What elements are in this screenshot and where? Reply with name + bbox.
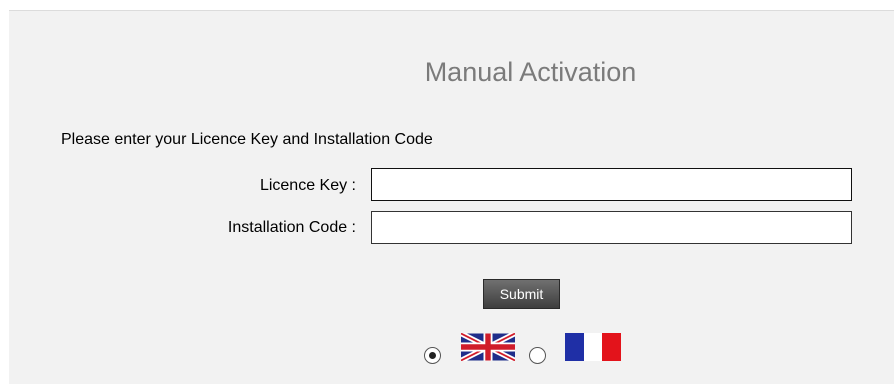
language-radio-french[interactable] xyxy=(529,347,546,364)
installation-code-label: Installation Code : xyxy=(227,219,356,236)
top-strip xyxy=(0,0,894,10)
flag-white-band xyxy=(583,333,603,361)
licence-key-label: Licence Key : xyxy=(259,177,356,194)
submit-button[interactable]: Submit xyxy=(483,279,560,309)
france-flag-icon[interactable] xyxy=(565,333,622,361)
licence-key-input[interactable] xyxy=(371,168,852,201)
uk-flag-icon[interactable] xyxy=(461,333,515,361)
page-title: Manual Activation xyxy=(424,57,637,87)
language-radio-english[interactable] xyxy=(424,347,441,364)
instruction-text: Please enter your Licence Key and Instal… xyxy=(61,131,433,148)
activation-panel: Manual Activation Please enter your Lice… xyxy=(9,10,894,384)
flag-blue-band xyxy=(565,333,584,361)
radio-selected-dot xyxy=(429,352,436,359)
installation-code-input[interactable] xyxy=(371,211,852,244)
flag-red-band xyxy=(602,333,622,361)
